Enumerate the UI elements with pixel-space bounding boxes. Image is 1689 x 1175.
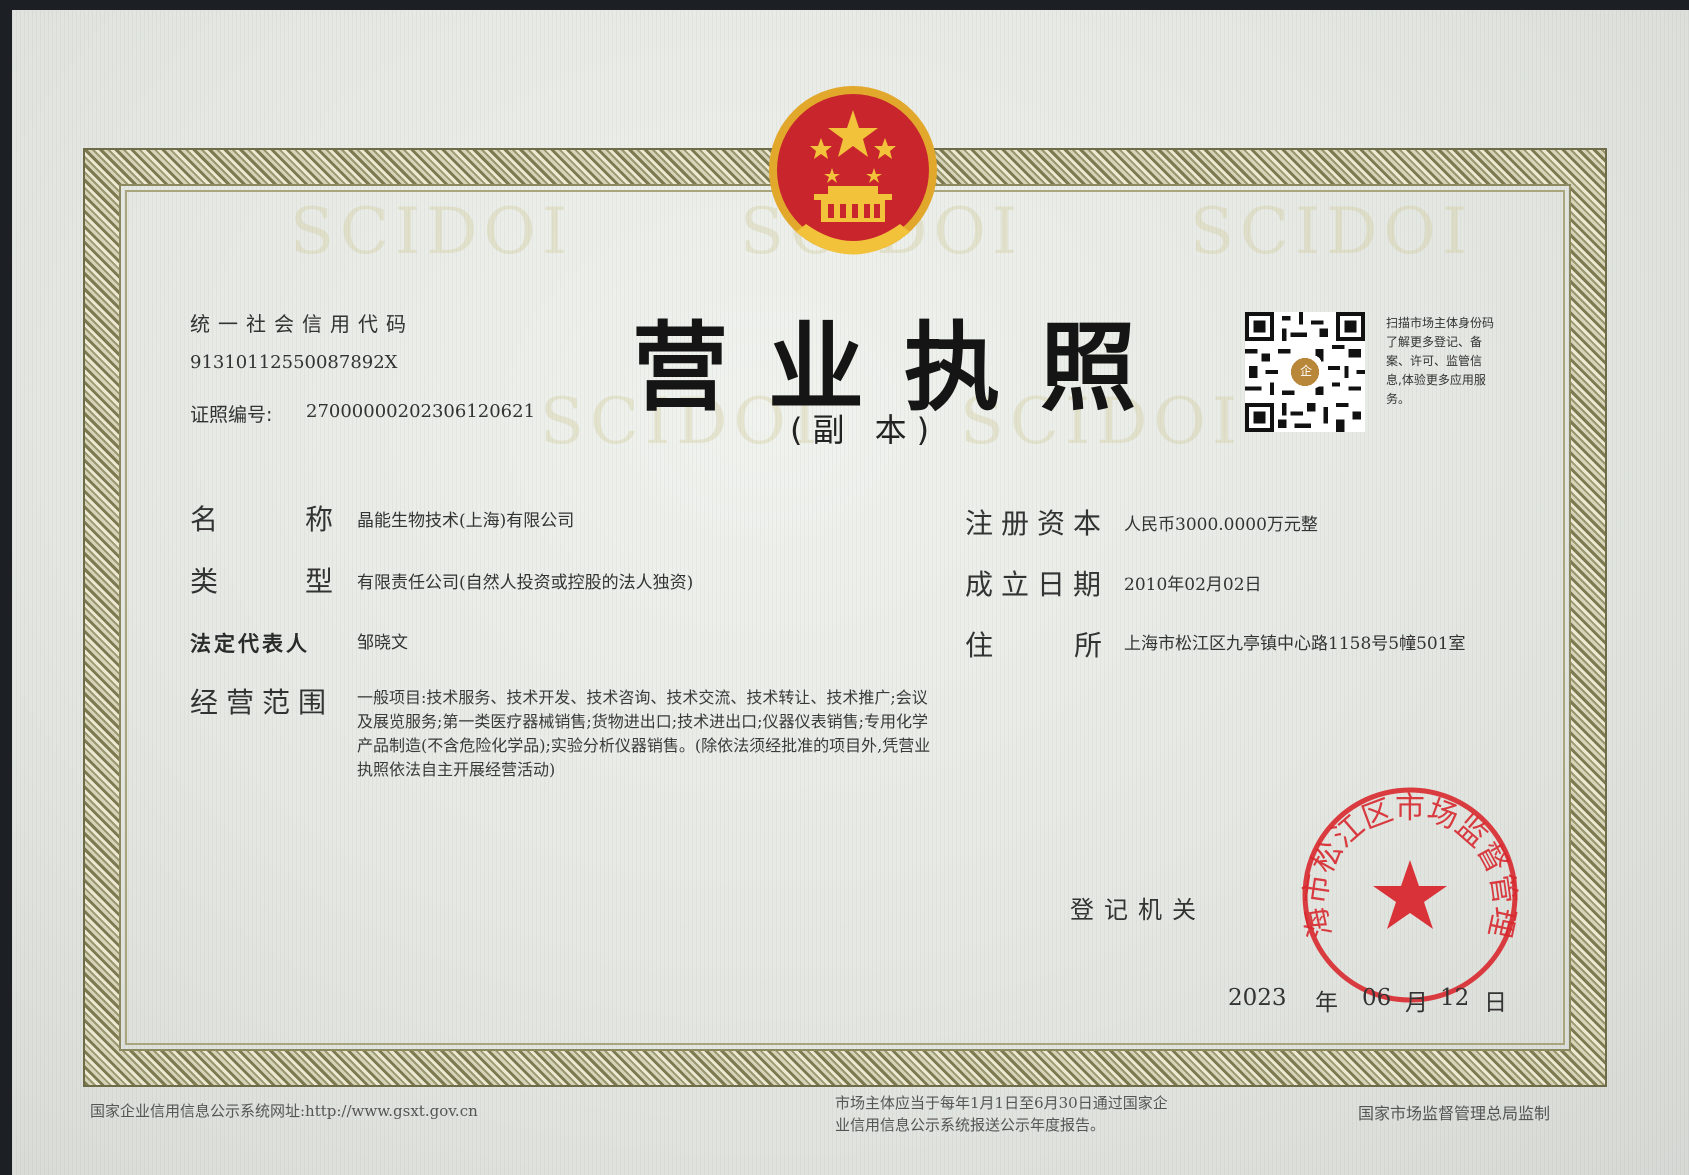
credit-code-label: 统一社会信用代码 bbox=[190, 312, 414, 336]
page-subtitle: (副 本) bbox=[790, 411, 940, 449]
legal-rep-value: 邹晓文 bbox=[357, 633, 408, 653]
authority-label: 登记机关 bbox=[1070, 896, 1206, 924]
qr-center-glyph: 企 bbox=[1300, 364, 1313, 378]
established-value: 2010年02月02日 bbox=[1124, 575, 1262, 595]
capital-value: 人民币3000.0000万元整 bbox=[1124, 515, 1318, 535]
address-label-1: 住 bbox=[965, 629, 994, 662]
reg-month: 06 bbox=[1362, 985, 1392, 1011]
footer-annual-report-note: 市场主体应当于每年1月1日至6月30日通过国家企业信用信息公示系统报送公示年度报… bbox=[835, 1094, 1168, 1134]
company-name-value: 晶能生物技术(上海)有限公司 bbox=[357, 511, 575, 531]
capital-label: 注册资本 bbox=[965, 507, 1110, 540]
address-label-2: 所 bbox=[1074, 629, 1103, 662]
established-label: 成立日期 bbox=[965, 568, 1110, 601]
scope-label: 经营范围 bbox=[190, 686, 335, 719]
address-value: 上海市松江区九亭镇中心路1158号5幢501室 bbox=[1124, 634, 1466, 654]
company-type-value: 有限责任公司(自然人投资或控股的法人独资) bbox=[357, 573, 694, 593]
credit-code-value: 91310112550087892X bbox=[190, 352, 398, 373]
footer-website: 国家企业信用信息公示系统网址:http://www.gsxt.gov.cn bbox=[90, 1102, 478, 1120]
license-no-value: 27000000202306120621 bbox=[306, 401, 536, 422]
seal-text: 上海市松江区市场监督管理局 bbox=[1295, 780, 1522, 941]
reg-year: 2023 bbox=[1228, 985, 1287, 1011]
business-scope-value: 一般项目:技术服务、技术开发、技术咨询、技术交流、技术转让、技术推广;会议及展览… bbox=[357, 688, 931, 779]
license-no-label: 证照编号: bbox=[190, 404, 273, 426]
qr-caption: 扫描市场主体身份码了解更多登记、备案、许可、监管信息,体验更多应用服务。 bbox=[1386, 316, 1495, 406]
official-seal-icon: 上海市松江区市场监督管理局 bbox=[1295, 780, 1522, 1003]
reg-day: 12 bbox=[1440, 985, 1470, 1011]
reg-year-char: 年 bbox=[1315, 990, 1338, 1016]
name-label-2: 称 bbox=[305, 503, 334, 536]
reg-day-char: 日 bbox=[1484, 990, 1507, 1016]
legal-rep-label: 法定代表人 bbox=[190, 632, 310, 656]
national-emblem-icon bbox=[769, 86, 937, 255]
reg-month-char: 月 bbox=[1405, 990, 1428, 1016]
svg-text:上海市松江区市场监督管理局: 上海市松江区市场监督管理局 bbox=[1295, 780, 1522, 941]
type-label-2: 型 bbox=[305, 565, 334, 598]
footer-issuer: 国家市场监督管理总局监制 bbox=[1358, 1104, 1551, 1123]
name-label-1: 名 bbox=[190, 503, 219, 536]
type-label-1: 类 bbox=[190, 565, 219, 598]
